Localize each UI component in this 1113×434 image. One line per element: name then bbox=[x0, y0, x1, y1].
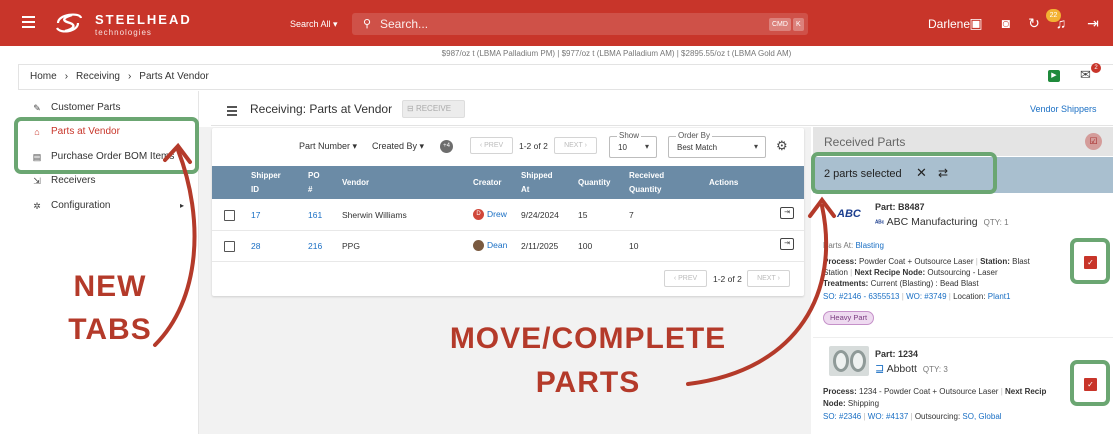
annotation-arrows bbox=[153, 142, 836, 386]
arrow-to-tabs bbox=[153, 142, 197, 347]
arrow-to-selection bbox=[686, 196, 836, 386]
